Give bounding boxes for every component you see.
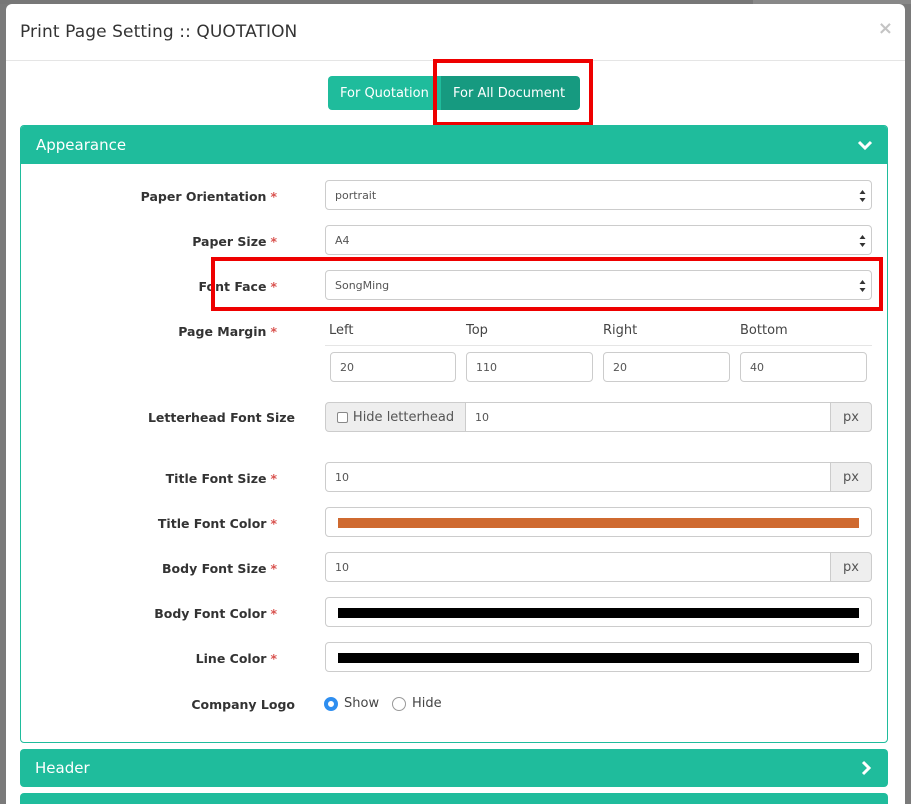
select-arrows-icon — [859, 190, 866, 202]
margin-bottom-label: Bottom — [740, 323, 788, 338]
letterhead-font-size-input[interactable]: 10 — [465, 402, 831, 432]
appearance-heading-label: Appearance — [36, 136, 127, 154]
appearance-panel: Appearance Paper Orientation * portrait P… — [20, 125, 888, 743]
company-logo-label: Company Logo — [191, 697, 295, 712]
paper-size-label: Paper Size * — [192, 234, 277, 249]
appearance-panel-heading[interactable]: Appearance — [21, 126, 887, 164]
chevron-down-icon — [857, 140, 873, 151]
letterhead-font-size-label: Letterhead Font Size — [147, 410, 295, 425]
margin-right-label: Right — [603, 323, 638, 338]
font-face-label: Font Face * — [198, 279, 277, 294]
title-font-size-input[interactable]: 10 — [325, 462, 832, 492]
margin-top-input[interactable]: 110 — [466, 352, 593, 382]
scope-toggle-group: For Quotation For All Document — [328, 76, 580, 110]
header-panel-heading[interactable]: Header — [20, 749, 888, 787]
body-font-color-label: Body Font Color * — [154, 606, 277, 621]
line-color-label: Line Color * — [195, 651, 277, 666]
select-arrows-icon — [859, 280, 866, 292]
margin-bottom-input[interactable]: 40 — [740, 352, 867, 382]
font-face-select[interactable]: SongMing — [325, 270, 872, 300]
letterhead-unit-addon: px — [830, 402, 872, 432]
modal-title: Print Page Setting :: QUOTATION — [20, 22, 298, 42]
hide-letterhead-toggle[interactable]: Hide letterhead — [325, 402, 466, 432]
body-font-size-unit-addon: px — [830, 552, 872, 582]
modal-header: Print Page Setting :: QUOTATION × — [6, 4, 905, 61]
title-font-size-unit-addon: px — [830, 462, 872, 492]
for-quotation-button[interactable]: For Quotation — [328, 76, 441, 110]
body-font-size-input[interactable]: 10 — [325, 552, 832, 582]
title-font-color-swatch — [338, 518, 859, 528]
page-margin-label: Page Margin * — [178, 324, 277, 339]
margin-left-input[interactable]: 20 — [330, 352, 456, 382]
paper-orientation-label: Paper Orientation * — [140, 189, 277, 204]
company-logo-show-radio[interactable] — [324, 697, 338, 711]
margin-right-input[interactable]: 20 — [603, 352, 730, 382]
body-font-size-label: Body Font Size * — [162, 561, 277, 576]
title-font-size-label: Title Font Size * — [165, 471, 277, 486]
paper-orientation-select[interactable]: portrait — [325, 180, 872, 210]
company-logo-hide-label[interactable]: Hide — [412, 696, 442, 711]
hide-letterhead-label: Hide letterhead — [352, 409, 455, 425]
title-font-color-picker[interactable] — [325, 507, 872, 537]
line-color-picker[interactable] — [325, 642, 872, 672]
select-arrows-icon — [859, 235, 866, 247]
chevron-right-icon — [861, 760, 872, 776]
company-logo-show-label[interactable]: Show — [344, 696, 379, 711]
close-icon[interactable]: × — [878, 20, 893, 38]
company-logo-hide-radio[interactable] — [392, 697, 406, 711]
margin-divider — [325, 345, 872, 346]
for-all-document-button[interactable]: For All Document — [441, 76, 580, 110]
next-panel-heading-partial[interactable] — [20, 793, 888, 804]
body-font-color-swatch — [338, 608, 859, 618]
header-panel: Header — [20, 749, 888, 787]
body-font-color-picker[interactable] — [325, 597, 872, 627]
header-heading-label: Header — [35, 759, 90, 777]
paper-size-select[interactable]: A4 — [325, 225, 872, 255]
margin-left-label: Left — [329, 323, 354, 338]
title-font-color-label: Title Font Color * — [157, 516, 277, 531]
hide-letterhead-checkbox[interactable] — [336, 411, 348, 423]
margin-top-label: Top — [466, 323, 488, 338]
line-color-swatch — [338, 653, 859, 663]
print-settings-modal: Print Page Setting :: QUOTATION × For Qu… — [6, 4, 905, 804]
